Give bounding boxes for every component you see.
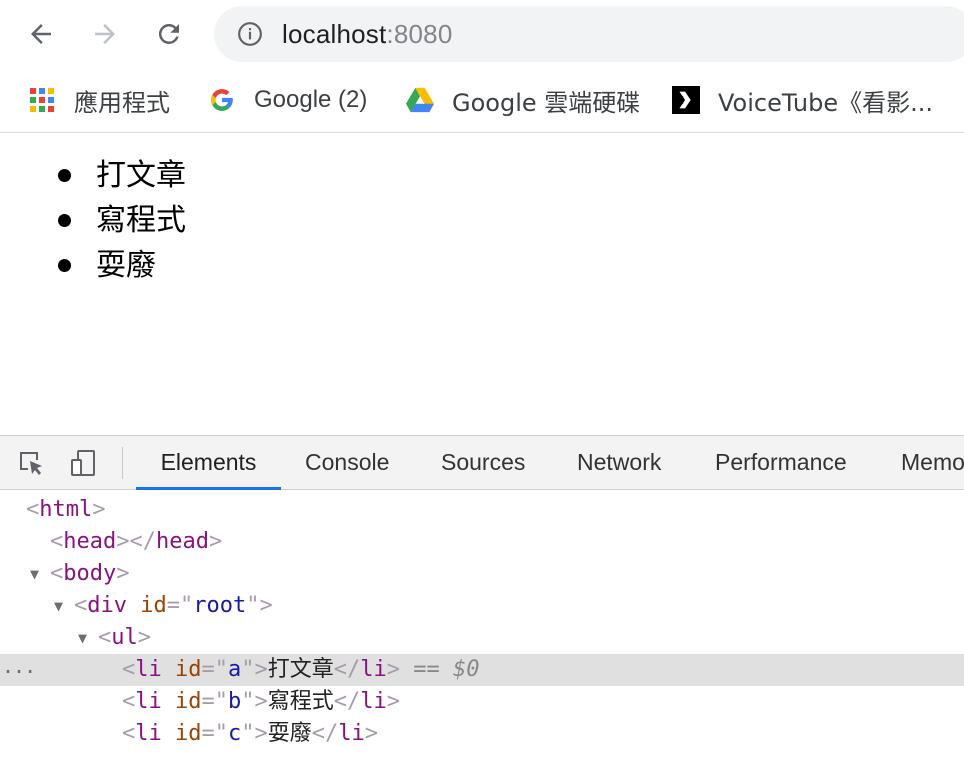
tag-name: head — [63, 529, 117, 554]
list-item-text: 打文章 — [96, 158, 186, 193]
browser-toolbar: localhost:8080 — [0, 0, 964, 70]
reload-button[interactable] — [151, 16, 187, 52]
expand-triangle-icon[interactable]: ▼ — [30, 558, 39, 590]
attr-name: id — [175, 657, 202, 682]
node-text: 耍廢 — [267, 721, 312, 746]
dom-node-ul[interactable]: ▼ <ul> — [0, 622, 964, 654]
tag-name: li — [135, 657, 162, 682]
tag-name: div — [87, 593, 127, 618]
tag-name: li — [338, 721, 365, 746]
node-text: 寫程式 — [267, 689, 334, 714]
tag-name: ul — [111, 625, 138, 650]
url-text: localhost:8080 — [282, 19, 453, 50]
more-options-icon[interactable]: ... — [2, 650, 36, 682]
url-port: :8080 — [386, 18, 453, 49]
back-button[interactable] — [23, 16, 59, 52]
bookmark-label: 應用程式 — [74, 88, 170, 117]
tag-name: body — [63, 561, 117, 586]
tab-memory[interactable]: Memo — [901, 436, 964, 489]
info-icon[interactable] — [236, 20, 264, 48]
expand-triangle-icon[interactable]: ▼ — [54, 590, 63, 622]
list-item-text: 寫程式 — [96, 203, 186, 238]
bullet-icon — [58, 259, 71, 272]
tab-sources[interactable]: Sources — [441, 436, 525, 489]
voicetube-icon — [672, 86, 700, 114]
reload-icon — [158, 23, 179, 44]
attr-value: root — [193, 593, 247, 618]
tag-name: li — [360, 657, 387, 682]
bookmark-label: VoiceTube《看影... — [718, 88, 933, 117]
tag-name: head — [155, 529, 209, 554]
bookmark-label: Google 雲端硬碟 — [452, 88, 641, 117]
toolbar-divider — [122, 447, 123, 479]
dom-node-li-c[interactable]: <li id="c">耍廢</li> — [0, 718, 964, 750]
apps-grid-icon — [28, 86, 56, 114]
dom-node-li-b[interactable]: <li id="b">寫程式</li> — [0, 686, 964, 718]
tag-name: html — [39, 497, 93, 522]
list-item: 打文章 — [56, 153, 186, 198]
google-icon — [208, 86, 236, 114]
dom-node-head[interactable]: <head></head> — [0, 526, 964, 558]
devtools-panel: Elements Console Sources Network Perform… — [0, 435, 964, 757]
list-item: 寫程式 — [56, 198, 186, 243]
tab-performance[interactable]: Performance — [715, 436, 847, 489]
attr-value: a — [228, 657, 242, 682]
device-toolbar-icon[interactable] — [66, 446, 100, 480]
tab-console[interactable]: Console — [305, 436, 389, 489]
tag-name: li — [135, 721, 162, 746]
dom-node-body[interactable]: ▼ <body> — [0, 558, 964, 590]
list-item: 耍廢 — [56, 243, 186, 288]
bookmark-google-drive[interactable]: Google 雲端硬碟 — [406, 80, 640, 120]
bookmark-apps[interactable]: 應用程式 — [28, 80, 170, 120]
bullet-icon — [58, 169, 71, 182]
tag-name: li — [135, 689, 162, 714]
bookmarks-bar: 應用程式 Google (2) Google 雲端硬碟 VoiceTube《看影… — [0, 70, 964, 133]
attr-name: id — [175, 689, 202, 714]
node-text: 打文章 — [267, 657, 334, 682]
inspect-element-icon[interactable] — [14, 446, 48, 480]
selected-marker: == $0 — [413, 657, 480, 682]
bookmark-voicetube[interactable]: VoiceTube《看影... — [672, 80, 933, 120]
list-item-text: 耍廢 — [96, 248, 156, 283]
expand-triangle-icon[interactable]: ▼ — [78, 622, 87, 654]
url-host: localhost — [282, 18, 387, 49]
bullet-icon — [58, 214, 71, 227]
bookmark-google[interactable]: Google (2) — [208, 80, 367, 120]
devtools-tabbar: Elements Console Sources Network Perform… — [0, 436, 964, 490]
attr-name: id — [140, 593, 167, 618]
dom-node-html[interactable]: <html> — [0, 494, 964, 526]
google-drive-icon — [406, 86, 434, 114]
dom-tree: <html> <head></head> ▼ <body> ▼ <div id=… — [0, 490, 964, 757]
dom-node-li-a[interactable]: ... <li id="a">打文章</li> == $0 — [0, 654, 964, 686]
attr-value: b — [228, 689, 242, 714]
bookmark-label: Google (2) — [254, 86, 368, 113]
arrow-right-icon — [95, 24, 115, 44]
dom-node-div-root[interactable]: ▼ <div id="root"> — [0, 590, 964, 622]
page-content: 打文章 寫程式 耍廢 — [0, 133, 964, 435]
attr-name: id — [175, 721, 202, 746]
arrow-left-icon — [31, 24, 51, 44]
attr-value: c — [228, 721, 242, 746]
tag-name: li — [360, 689, 387, 714]
todo-list: 打文章 寫程式 耍廢 — [56, 153, 186, 288]
tab-network[interactable]: Network — [577, 436, 661, 489]
tab-elements[interactable]: Elements — [136, 436, 281, 490]
address-bar[interactable]: localhost:8080 — [214, 6, 964, 62]
forward-button[interactable] — [87, 16, 123, 52]
